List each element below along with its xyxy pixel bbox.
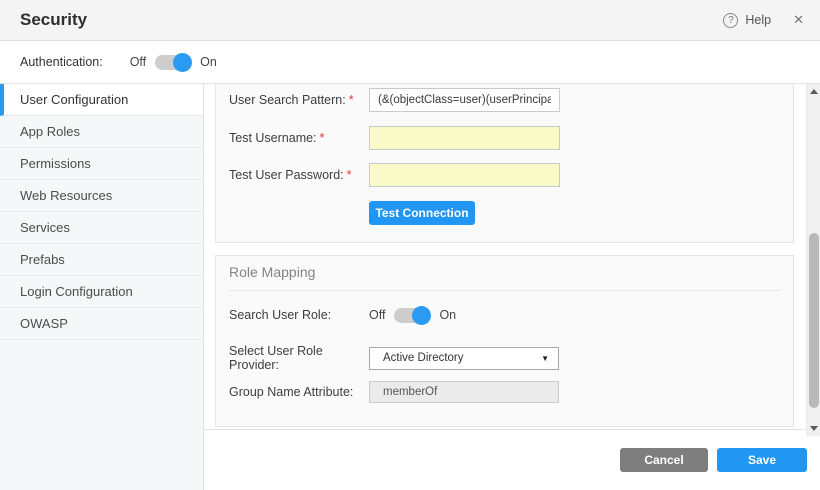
scroll-down-button[interactable] [807,422,820,435]
help-icon[interactable]: ? [723,13,738,28]
user-role-provider-select[interactable]: Active Directory ▼ [369,347,559,370]
group-name-attribute-label: Group Name Attribute: [229,385,369,399]
user-role-provider-row: Select User Role Provider: Active Direct… [229,344,781,372]
dialog-header: Security ? Help ✕ [0,0,820,41]
chevron-down-icon: ▼ [541,354,549,363]
scroll-up-button[interactable] [807,85,820,98]
page-title: Security [20,0,87,40]
group-name-attribute-input: memberOf [369,381,559,403]
authentication-toolbar: Authentication: Off On [0,41,820,84]
user-search-pattern-row: User Search Pattern:* [229,88,781,112]
scrollbar-thumb[interactable] [809,233,819,408]
save-button[interactable]: Save [717,448,807,472]
close-icon[interactable]: ✕ [793,12,804,28]
required-asterisk: * [320,131,325,145]
label-text: Test User Password: [229,168,344,182]
label-text: Test Username: [229,131,317,145]
role-mapping-panel: Role Mapping Search User Role: Off On Se… [215,255,794,427]
authentication-off-label: Off [130,55,146,69]
sidebar-item-login-configuration[interactable]: Login Configuration [0,276,203,308]
authentication-on-label: On [200,55,217,69]
authentication-label: Authentication: [20,55,103,69]
sidebar-item-web-resources[interactable]: Web Resources [0,180,203,212]
test-connection-row: Test Connection [229,201,781,225]
footer-divider [204,429,806,430]
vertical-scrollbar[interactable] [806,84,820,436]
sidebar-item-prefabs[interactable]: Prefabs [0,244,203,276]
required-asterisk: * [349,93,354,107]
sidebar-item-user-configuration[interactable]: User Configuration [0,84,203,116]
search-user-role-on-label: On [439,308,456,322]
user-search-pattern-label: User Search Pattern:* [229,93,369,107]
sidebar-item-permissions[interactable]: Permissions [0,148,203,180]
test-username-input[interactable] [369,126,560,150]
test-user-password-label: Test User Password:* [229,168,369,182]
down-arrow-icon [810,426,818,431]
section-divider [229,290,781,291]
cancel-button[interactable]: Cancel [620,448,708,472]
toggle-knob-icon [412,306,431,325]
sidebar-item-owasp[interactable]: OWASP [0,308,203,340]
sidebar-item-app-roles[interactable]: App Roles [0,116,203,148]
search-user-role-toggle-group: Off On [369,308,456,323]
user-search-pattern-input[interactable] [369,88,560,112]
search-user-role-toggle[interactable] [394,308,430,323]
user-configuration-panel: User Search Pattern:* Test Username:* Te… [215,84,794,243]
toggle-knob-icon [173,53,192,72]
role-mapping-title: Role Mapping [229,264,315,280]
test-username-row: Test Username:* [229,126,781,150]
user-role-provider-label: Select User Role Provider: [229,344,369,372]
test-user-password-input[interactable] [369,163,560,187]
search-user-role-label: Search User Role: [229,308,369,322]
test-user-password-row: Test User Password:* [229,163,781,187]
help-link[interactable]: Help [745,13,771,27]
test-username-label: Test Username:* [229,131,369,145]
content-scroll-viewport: User Search Pattern:* Test Username:* Te… [204,84,806,429]
header-actions: ? Help ✕ [723,0,804,40]
test-connection-button[interactable]: Test Connection [369,201,475,225]
authentication-toggle[interactable] [155,55,191,70]
settings-sidebar: User Configuration App Roles Permissions… [0,84,204,490]
search-user-role-off-label: Off [369,308,385,322]
up-arrow-icon [810,89,818,94]
selected-option-label: Active Directory [383,352,464,364]
authentication-toggle-group: Off On [130,55,217,70]
group-name-attribute-row: Group Name Attribute: memberOf [229,381,781,403]
required-asterisk: * [347,168,352,182]
label-text: User Search Pattern: [229,93,346,107]
sidebar-item-services[interactable]: Services [0,212,203,244]
search-user-role-row: Search User Role: Off On [229,302,781,328]
